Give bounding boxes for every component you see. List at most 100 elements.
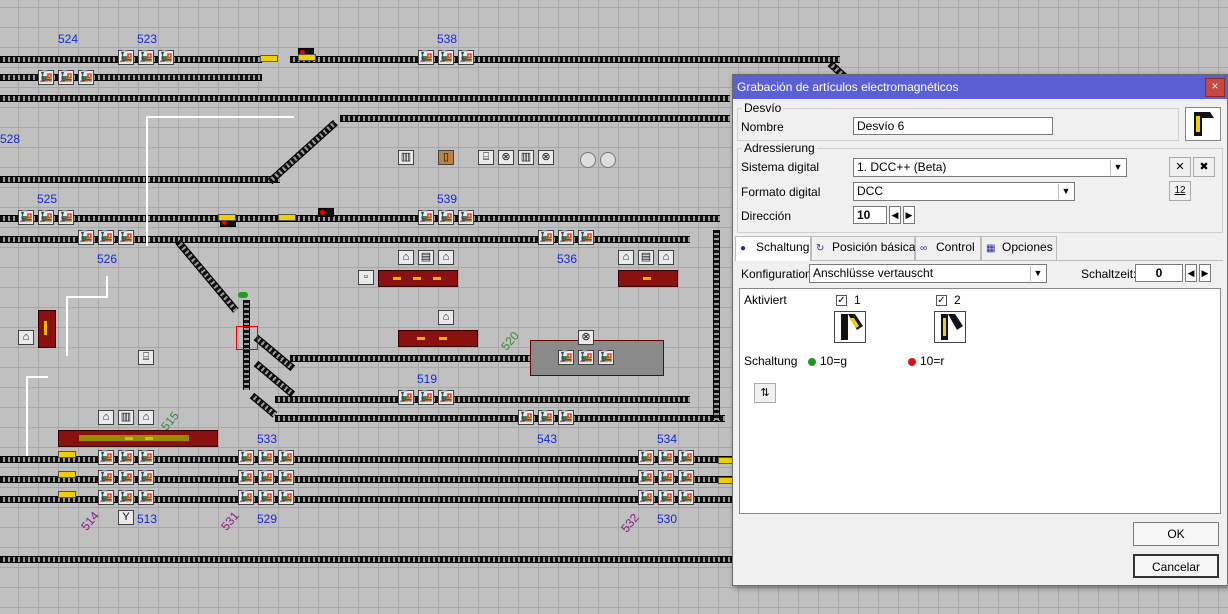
- direccion-input[interactable]: [853, 206, 887, 224]
- lamp-icon: [580, 152, 596, 168]
- house-icon: ▤: [638, 250, 654, 265]
- binoculars-icon: ∞: [920, 243, 928, 254]
- loco-icon: 🚂: [278, 450, 294, 465]
- options-icon: ▦: [986, 243, 996, 254]
- delete-address-icon[interactable]: ✕: [1169, 157, 1191, 177]
- track-segment: [340, 115, 730, 122]
- turnout-diverging-icon[interactable]: [834, 311, 866, 343]
- tab-opciones[interactable]: ▦ Opciones: [981, 236, 1057, 260]
- turnout-dialog: Grabación de artículos electromagnéticos…: [732, 74, 1228, 586]
- house-icon: ⌂: [438, 310, 454, 325]
- decrement-button[interactable]: ◀: [889, 206, 901, 224]
- occupancy-block: [58, 430, 218, 447]
- loco-icon: 🚂: [558, 230, 574, 245]
- konfig-select[interactable]: Anschlüsse vertauscht ▼: [809, 264, 1047, 283]
- loco-icon: 🚂: [658, 470, 674, 485]
- adressierung-legend: Adressierung: [744, 141, 815, 155]
- sistema-select[interactable]: 1. DCC++ (Beta) ▼: [853, 158, 1127, 177]
- nombre-input[interactable]: [853, 117, 1053, 135]
- signal-bar: [260, 55, 278, 62]
- loco-icon: 🚂: [258, 470, 274, 485]
- loco-icon: 🚂: [158, 50, 174, 65]
- loco-icon: 🚂: [118, 470, 134, 485]
- loco-icon: 🚂: [418, 50, 434, 65]
- door-icon: ▯: [438, 150, 454, 165]
- ok-button[interactable]: OK: [1133, 522, 1219, 546]
- disconnect-icon[interactable]: ✖: [1193, 157, 1215, 177]
- lamp-icon: [600, 152, 616, 168]
- state1-checkbox[interactable]: ✓: [836, 295, 847, 306]
- loco-icon: 🚂: [118, 450, 134, 465]
- decrement-button[interactable]: ◀: [1185, 264, 1197, 282]
- signal-bar: [218, 214, 236, 221]
- loco-icon: 🚂: [58, 70, 74, 85]
- house-icon: ⌂: [658, 250, 674, 265]
- cancel-button[interactable]: Cancelar: [1133, 554, 1219, 578]
- formato-select[interactable]: DCC ▼: [853, 182, 1075, 201]
- house-icon: ▤: [418, 250, 434, 265]
- block-label: 529: [257, 512, 278, 526]
- block-label: 530: [657, 512, 678, 526]
- state1-label: 1: [854, 293, 861, 307]
- schaltung-label: Schaltung: [744, 354, 798, 368]
- block-label: 526: [97, 252, 118, 266]
- station-icon: ▥: [518, 150, 534, 165]
- house-icon: ⌂: [438, 250, 454, 265]
- track-segment: [0, 95, 730, 102]
- konfig-label: Konfiguration:: [741, 267, 816, 281]
- occupancy-block: [378, 270, 458, 287]
- loco-icon: 🚂: [418, 390, 434, 405]
- tab-posicion-basica[interactable]: ↻ Posición básica: [811, 236, 915, 260]
- signal-bar: [58, 491, 76, 498]
- filter-icon: Y: [118, 510, 134, 525]
- block-label: 519: [417, 372, 438, 386]
- switch-state-icon: ●: [740, 243, 747, 254]
- basic-position-icon: ↻: [816, 243, 825, 254]
- increment-button[interactable]: ▶: [1199, 264, 1211, 282]
- schaltzeit-input[interactable]: [1135, 264, 1183, 282]
- loco-icon: 🚂: [98, 450, 114, 465]
- loco-icon: 🚂: [658, 450, 674, 465]
- turnout-straight-icon[interactable]: [934, 311, 966, 343]
- desvio-legend: Desvío: [744, 101, 782, 115]
- loco-icon: 🚂: [598, 350, 614, 365]
- loco-icon: 🚂: [438, 390, 454, 405]
- nombre-label: Nombre: [741, 120, 784, 134]
- crossing-icon: ⊗: [578, 330, 594, 345]
- tab-schaltung[interactable]: ● Schaltung: [735, 236, 811, 261]
- loco-icon: 🚂: [258, 450, 274, 465]
- block-label: 524: [58, 32, 79, 46]
- dialog-titlebar[interactable]: Grabación de artículos electromagnéticos…: [733, 75, 1227, 99]
- loco-icon: 🚂: [38, 210, 54, 225]
- loco-icon: 🚂: [638, 490, 654, 505]
- loco-icon: 🚂: [78, 230, 94, 245]
- tab-control[interactable]: ∞ Control: [915, 236, 981, 260]
- loco-icon: 🚂: [418, 210, 434, 225]
- loco-icon: 🚂: [638, 450, 654, 465]
- address-picker-icon[interactable]: 12: [1169, 181, 1191, 201]
- loco-icon: 🚂: [678, 450, 694, 465]
- track-segment: [249, 392, 278, 418]
- loco-icon: 🚂: [138, 450, 154, 465]
- track-segment: [275, 396, 690, 403]
- signal-bar: [298, 54, 316, 61]
- contact-label: 531: [218, 508, 242, 534]
- state2-command: 10=r: [908, 354, 944, 368]
- loco-icon: 🚂: [278, 470, 294, 485]
- occupancy-block: [398, 330, 478, 347]
- loco-icon: 🚂: [538, 230, 554, 245]
- loco-icon: 🚂: [78, 70, 94, 85]
- turnout-preview-icon: [1185, 107, 1221, 141]
- loco-icon: 🚂: [458, 210, 474, 225]
- state2-checkbox[interactable]: ✓: [936, 295, 947, 306]
- station-icon: ▥: [118, 410, 134, 425]
- increment-button[interactable]: ▶: [903, 206, 915, 224]
- contact-label: 514: [78, 508, 102, 534]
- block-label: 525: [37, 192, 58, 206]
- edit-commands-icon[interactable]: ⇅: [754, 383, 776, 403]
- block-label: 528: [0, 132, 21, 146]
- close-button[interactable]: ×: [1205, 78, 1225, 97]
- state1-command: 10=g: [808, 354, 847, 368]
- schaltung-panel: Konfiguration: Anschlüsse vertauscht ▼ S…: [735, 260, 1223, 515]
- station-block: [530, 340, 664, 376]
